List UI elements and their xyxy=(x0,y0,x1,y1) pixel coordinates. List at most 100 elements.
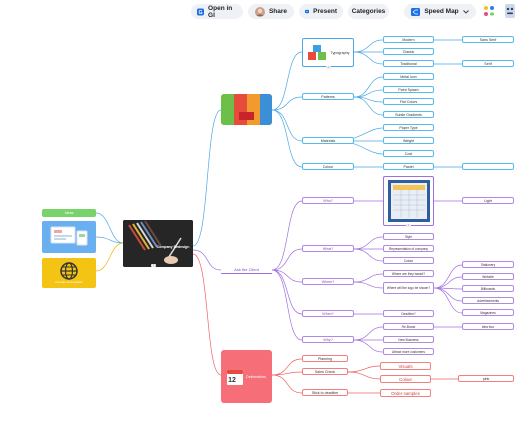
why-node[interactable]: Why? xyxy=(302,336,354,343)
idea-four-node[interactable]: Idea four xyxy=(462,323,514,330)
globe-icon xyxy=(60,262,78,280)
colour2-node[interactable]: Colour xyxy=(383,257,434,264)
cost-label: Cost xyxy=(404,151,413,156)
edge-patterns xyxy=(271,96,303,111)
who-node[interactable]: Who? xyxy=(302,197,354,204)
new-business-node[interactable]: New Business xyxy=(383,336,434,343)
domain-label: Domain and website xyxy=(55,280,83,284)
magazines-node[interactable]: Magazines xyxy=(462,309,514,316)
stationery-label: Stationery xyxy=(480,262,496,267)
where-logo-node[interactable]: Where will the logo be shown? xyxy=(383,282,434,294)
root-caption: Company Redesign xyxy=(156,244,190,249)
root-node[interactable]: Company Redesign 1 xyxy=(123,220,193,267)
typography-node[interactable]: Typography 2 xyxy=(302,38,354,69)
subtle-gradients-node[interactable]: Subtle Gradients xyxy=(383,111,434,118)
deadline-node[interactable]: Deadline? xyxy=(383,310,434,317)
where-node[interactable]: Where? xyxy=(302,278,354,285)
when-node[interactable]: When? xyxy=(302,310,354,317)
typography-label: Typography xyxy=(330,50,350,55)
materials-node[interactable]: Materials xyxy=(302,137,354,144)
advertisements-label: Advertisements xyxy=(477,298,499,303)
order-samples-node[interactable]: Order samples xyxy=(380,389,431,397)
edge-colour xyxy=(271,109,303,168)
planning-label: Planning xyxy=(318,356,332,361)
what-node[interactable]: What? xyxy=(302,245,354,252)
pastel-label: Pastel xyxy=(403,164,414,169)
where-based-label: Where are they based? xyxy=(391,271,426,276)
patterns-node[interactable]: Patterns xyxy=(302,93,354,100)
deliverables-node[interactable]: 12 Deliverables xyxy=(221,350,272,403)
svg-text:12: 12 xyxy=(228,377,236,384)
where-based-node[interactable]: Where are they based? xyxy=(383,270,434,277)
cost-node[interactable]: Cost xyxy=(383,150,434,157)
visuals-label: Visuals xyxy=(398,363,413,369)
who-badge[interactable]: 3 xyxy=(406,224,411,227)
metal-icon-label: Metal icon xyxy=(400,74,417,79)
paper-type-node[interactable]: Paper Type xyxy=(383,124,434,131)
flat-colors-node[interactable]: Flat Colors xyxy=(383,98,434,105)
planning-node[interactable]: Planning xyxy=(302,355,348,362)
pastel-child-node[interactable] xyxy=(462,163,514,170)
paint-splash-node[interactable]: Paint Splash xyxy=(383,86,434,93)
serif-label: Serif xyxy=(484,61,492,66)
colour3-node[interactable]: Colour xyxy=(380,375,431,383)
stick-deadline-node[interactable]: Stick to deadline xyxy=(302,389,348,396)
ask-client-label: Ask the Client xyxy=(234,267,259,272)
order-samples-label: Order samples xyxy=(391,390,420,396)
deadline-label: Deadline? xyxy=(401,311,416,316)
domain-node[interactable]: Domain and website xyxy=(42,258,96,288)
wireframe-image-icon xyxy=(50,226,88,246)
billboards-label: Billboards xyxy=(481,286,495,291)
who-label: Who? xyxy=(323,198,333,203)
website-node[interactable]: Website xyxy=(462,273,514,280)
blue-image-node[interactable] xyxy=(42,221,96,253)
who-image-node[interactable]: 3 xyxy=(383,176,434,227)
classic-node[interactable]: Classic xyxy=(383,48,434,55)
design-branch-node[interactable] xyxy=(221,94,272,125)
stick-deadline-label: Stick to deadline xyxy=(311,390,339,395)
colour3-label: Colour xyxy=(399,376,412,382)
idea-four-label: Idea four xyxy=(481,324,495,329)
what-label: What? xyxy=(322,246,334,251)
collapse-badge[interactable]: 1 xyxy=(151,264,156,267)
flat-colors-label: Flat Colors xyxy=(399,99,418,104)
paper-type-label: Paper Type xyxy=(399,125,418,130)
pastel-node[interactable]: Pastel xyxy=(383,163,434,170)
edge-root-ask xyxy=(192,249,222,271)
style-node[interactable]: Style xyxy=(383,233,434,240)
magazines-label: Magazines xyxy=(480,310,496,315)
subtle-gradients-label: Subtle Gradients xyxy=(395,112,422,117)
serif-node[interactable]: Serif xyxy=(462,60,514,67)
stationery-node[interactable]: Stationery xyxy=(462,261,514,268)
edge-root-blue-branch xyxy=(192,109,222,247)
ideas-node[interactable]: Ideas xyxy=(42,209,96,217)
edge-typography xyxy=(271,51,303,111)
metal-icon-node[interactable]: Metal icon xyxy=(383,73,434,80)
colour-node[interactable]: Colour xyxy=(302,163,354,170)
light-node[interactable]: Light xyxy=(462,197,514,204)
edge-root-ideas xyxy=(95,212,124,244)
pink-node[interactable]: pink xyxy=(458,375,514,382)
why-label: Why? xyxy=(323,337,333,342)
representation-node[interactable]: Representation of company xyxy=(383,245,434,252)
colour-label: Colour xyxy=(322,164,334,169)
weight-node[interactable]: Weight xyxy=(383,137,434,144)
modern-node[interactable]: Modern xyxy=(383,36,434,43)
billboards-node[interactable]: Billboards xyxy=(462,285,514,292)
edge-root-red xyxy=(192,253,222,376)
representation-label: Representation of company xyxy=(389,246,428,251)
when-label: When? xyxy=(322,311,334,316)
style-label: Style xyxy=(404,234,413,239)
sans-serif-node[interactable]: Sans Serif xyxy=(462,36,514,43)
pink-label: pink xyxy=(482,376,490,381)
advertisements-node[interactable]: Advertisements xyxy=(462,297,514,304)
attract-node[interactable]: Attract more customers xyxy=(383,348,434,355)
traditional-node[interactable]: Traditional xyxy=(383,60,434,67)
typography-badge[interactable]: 2 xyxy=(326,66,331,69)
sales-check-node[interactable]: Sales Check xyxy=(302,368,348,375)
visuals-node[interactable]: Visuals xyxy=(380,362,431,370)
ask-client-node[interactable]: Ask the Client xyxy=(221,266,272,274)
blocks-icon xyxy=(307,44,326,60)
materials-label: Materials xyxy=(320,138,336,143)
re-brand-node[interactable]: Re-Brand xyxy=(383,323,434,330)
